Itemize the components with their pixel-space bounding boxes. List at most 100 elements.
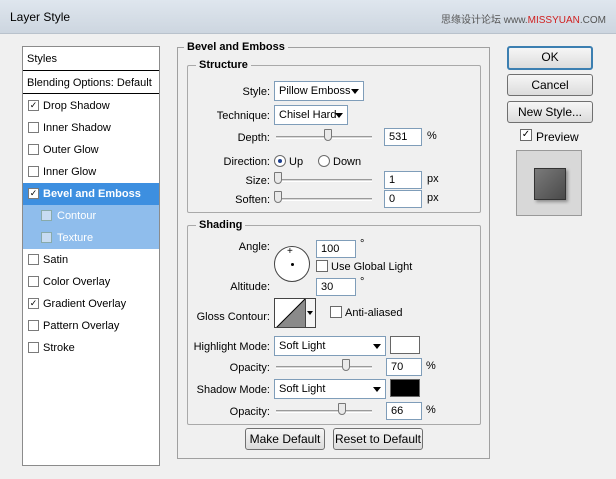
size-unit: px [427, 173, 439, 185]
soften-slider-thumb[interactable] [274, 191, 282, 203]
highlight-mode-label: Highlight Mode: [193, 341, 270, 353]
gloss-contour-picker[interactable] [274, 298, 306, 328]
technique-label: Technique: [216, 110, 270, 122]
gloss-contour-label: Gloss Contour: [196, 311, 270, 323]
soften-slider-track[interactable] [276, 198, 372, 201]
shadow-mode-value: Soft Light [279, 383, 326, 395]
section-title: Bevel and Emboss [184, 41, 288, 53]
angle-input[interactable]: 100 [316, 240, 356, 258]
fx-checkbox[interactable] [28, 342, 39, 353]
highlight-opacity-thumb[interactable] [342, 359, 350, 371]
fx-item-bevel-emboss[interactable]: ✓ Bevel and Emboss [23, 183, 159, 205]
style-select[interactable]: Pillow Emboss [274, 81, 364, 101]
shadow-opacity-thumb[interactable] [338, 403, 346, 415]
fx-label: Satin [43, 254, 69, 266]
fx-label: Stroke [43, 342, 75, 354]
size-input[interactable]: 1 [384, 171, 422, 189]
fx-item-texture[interactable]: Texture [23, 227, 159, 249]
fx-checkbox[interactable]: ✓ [28, 188, 39, 199]
soften-label: Soften: [235, 194, 270, 206]
highlight-mode-select[interactable]: Soft Light [274, 336, 386, 356]
fx-checkbox[interactable]: ✓ [28, 100, 39, 111]
fx-item-color-overlay[interactable]: Color Overlay [23, 271, 159, 293]
fx-checkbox[interactable] [28, 122, 39, 133]
fx-item-stroke[interactable]: Stroke [23, 337, 159, 359]
shadow-opacity-track[interactable] [276, 410, 372, 413]
highlight-opacity-label: Opacity: [229, 362, 270, 374]
anti-aliased-label[interactable]: Anti-aliased [345, 307, 402, 319]
structure-title: Structure [196, 59, 251, 71]
fx-label: Contour [57, 210, 97, 222]
global-light-label[interactable]: Use Global Light [331, 261, 412, 273]
direction-down-radio[interactable] [318, 155, 330, 167]
shadow-mode-label: Shadow Mode: [196, 384, 270, 396]
soften-input[interactable]: 0 [384, 190, 422, 208]
fx-item-inner-glow[interactable]: Inner Glow [23, 161, 159, 183]
cancel-button[interactable]: Cancel [507, 74, 593, 96]
fx-item-contour[interactable]: Contour [23, 205, 159, 227]
preview-checkbox[interactable]: ✓ [520, 129, 532, 141]
highlight-opacity-input[interactable]: 70 [386, 358, 422, 376]
make-default-button[interactable]: Make Default [245, 428, 325, 450]
watermark: 思缘设计论坛 www.MISSYUAN.COM [441, 11, 606, 26]
fx-label: Texture [57, 232, 94, 244]
fx-label: Gradient Overlay [43, 298, 127, 310]
shadow-opacity-label: Opacity: [229, 406, 270, 418]
direction-up-label[interactable]: Up [289, 156, 303, 168]
highlight-opacity-track[interactable] [276, 366, 372, 369]
fx-checkbox[interactable] [28, 276, 39, 287]
size-slider-track[interactable] [276, 179, 372, 182]
fx-checkbox[interactable] [28, 254, 39, 265]
size-slider-thumb[interactable] [274, 172, 282, 184]
fx-item-drop-shadow[interactable]: ✓ Drop Shadow [23, 95, 159, 117]
structure-group: Structure Style: Pillow Emboss Technique… [187, 59, 481, 213]
shadow-color-swatch[interactable] [390, 379, 420, 397]
anti-aliased-checkbox[interactable] [330, 306, 342, 318]
fx-label: Color Overlay [43, 276, 111, 288]
technique-select[interactable]: Chisel Hard [274, 105, 348, 125]
preview-label[interactable]: Preview [536, 130, 579, 144]
shadow-mode-select[interactable]: Soft Light [274, 379, 386, 399]
fx-checkbox[interactable] [28, 144, 39, 155]
reset-default-button[interactable]: Reset to Default [333, 428, 423, 450]
highlight-mode-value: Soft Light [279, 340, 326, 352]
altitude-input[interactable]: 30 [316, 278, 356, 296]
shadow-opacity-input[interactable]: 66 [386, 402, 422, 420]
fx-checkbox[interactable] [41, 232, 52, 243]
shading-title: Shading [196, 219, 246, 231]
fx-label: Inner Shadow [43, 122, 111, 134]
fx-item-pattern-overlay[interactable]: Pattern Overlay [23, 315, 159, 337]
fx-label: Outer Glow [43, 144, 99, 156]
direction-up-radio[interactable] [274, 155, 286, 167]
watermark-suffix: .COM [579, 15, 606, 26]
fx-checkbox[interactable]: ✓ [28, 298, 39, 309]
ok-button[interactable]: OK [507, 46, 593, 70]
angle-dial[interactable]: + [274, 246, 310, 282]
blending-options-item[interactable]: Blending Options: Default [23, 72, 159, 94]
fx-item-outer-glow[interactable]: Outer Glow [23, 139, 159, 161]
size-label: Size: [245, 175, 270, 187]
fx-checkbox[interactable] [28, 320, 39, 331]
global-light-checkbox[interactable] [316, 260, 328, 272]
watermark-prefix: 思缘设计论坛 www. [440, 15, 528, 26]
chevron-down-icon [373, 344, 381, 349]
fx-item-gradient-overlay[interactable]: ✓ Gradient Overlay [23, 293, 159, 315]
bevel-emboss-settings: Bevel and Emboss Structure Style: Pillow… [177, 41, 490, 459]
styles-list-panel: Styles Blending Options: Default ✓ Drop … [22, 46, 160, 466]
altitude-degree: ° [360, 276, 365, 288]
fx-item-satin[interactable]: Satin [23, 249, 159, 271]
depth-input[interactable]: 531 [384, 128, 422, 146]
depth-slider-thumb[interactable] [324, 129, 332, 141]
fx-item-inner-shadow[interactable]: Inner Shadow [23, 117, 159, 139]
fx-label: Inner Glow [43, 166, 97, 178]
angle-label: Angle: [238, 241, 270, 253]
title-bar: Layer Style 思缘设计论坛 www.MISSYUAN.COM [0, 0, 616, 34]
styles-header[interactable]: Styles [23, 47, 159, 71]
new-style-button[interactable]: New Style... [507, 101, 593, 123]
gloss-contour-dropdown[interactable] [306, 298, 316, 328]
fx-checkbox[interactable] [41, 210, 52, 221]
highlight-color-swatch[interactable] [390, 336, 420, 354]
direction-down-label[interactable]: Down [333, 156, 361, 168]
fx-checkbox[interactable] [28, 166, 39, 177]
depth-unit: % [427, 130, 437, 142]
